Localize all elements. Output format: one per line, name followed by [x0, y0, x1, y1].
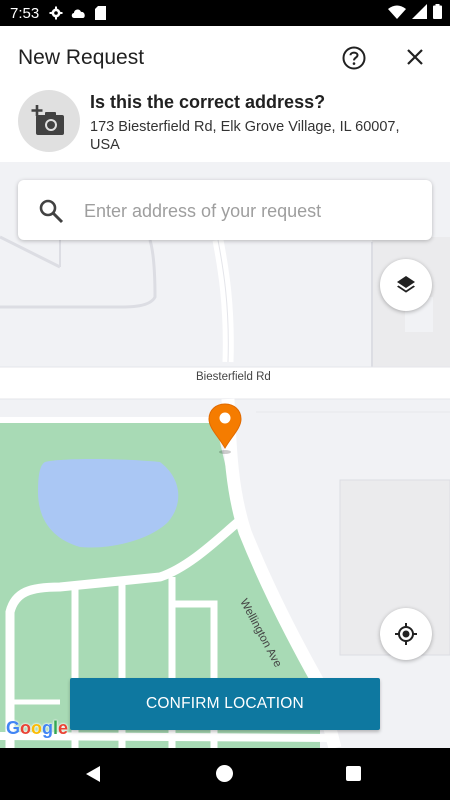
location-pin-icon[interactable]: [206, 402, 244, 454]
address-search-box[interactable]: [18, 180, 432, 240]
address-text: 173 Biesterfield Rd, Elk Grove Village, …: [90, 119, 400, 153]
status-system-icons: [388, 4, 442, 19]
search-icon: [39, 199, 64, 224]
help-circle-icon: [342, 46, 366, 70]
layers-icon: [397, 276, 415, 293]
google-logo: Google: [6, 718, 69, 738]
address-question: Is this the correct address?: [90, 92, 326, 112]
cloud-icon: [71, 9, 85, 18]
status-notification-icons: [49, 6, 107, 20]
status-time: 7:53: [10, 4, 40, 22]
map-canvas: [0, 162, 450, 748]
sd-card-icon: [95, 6, 107, 20]
add-photo-icon: [31, 105, 64, 135]
app-header: New Request: [0, 26, 450, 88]
close-button[interactable]: [402, 44, 428, 70]
close-icon: [407, 49, 423, 65]
map-view[interactable]: Biesterfield Rd Wellington Ave CONFIRM L…: [0, 162, 450, 748]
help-button[interactable]: [340, 44, 368, 72]
battery-icon: [433, 4, 442, 19]
settings-icon: [49, 6, 63, 20]
add-photo-button[interactable]: [18, 90, 80, 152]
nav-recents-icon[interactable]: [346, 766, 361, 781]
system-nav-bar: [0, 748, 450, 800]
wifi-icon: [388, 5, 406, 19]
signal-icon: [412, 4, 427, 19]
my-location-button[interactable]: [380, 608, 432, 660]
status-bar: 7:53: [0, 0, 450, 26]
page-title: New Request: [18, 46, 145, 69]
nav-back-icon[interactable]: [84, 764, 102, 784]
map-layers-button[interactable]: [380, 259, 432, 311]
my-location-icon: [395, 623, 417, 645]
nav-home-icon[interactable]: [216, 765, 233, 782]
search-input[interactable]: [82, 194, 416, 228]
address-panel: Is this the correct address? 173 Biester…: [0, 88, 450, 162]
confirm-location-button[interactable]: CONFIRM LOCATION: [70, 678, 380, 730]
road-label-biesterfield: Biesterfield Rd: [196, 371, 271, 383]
